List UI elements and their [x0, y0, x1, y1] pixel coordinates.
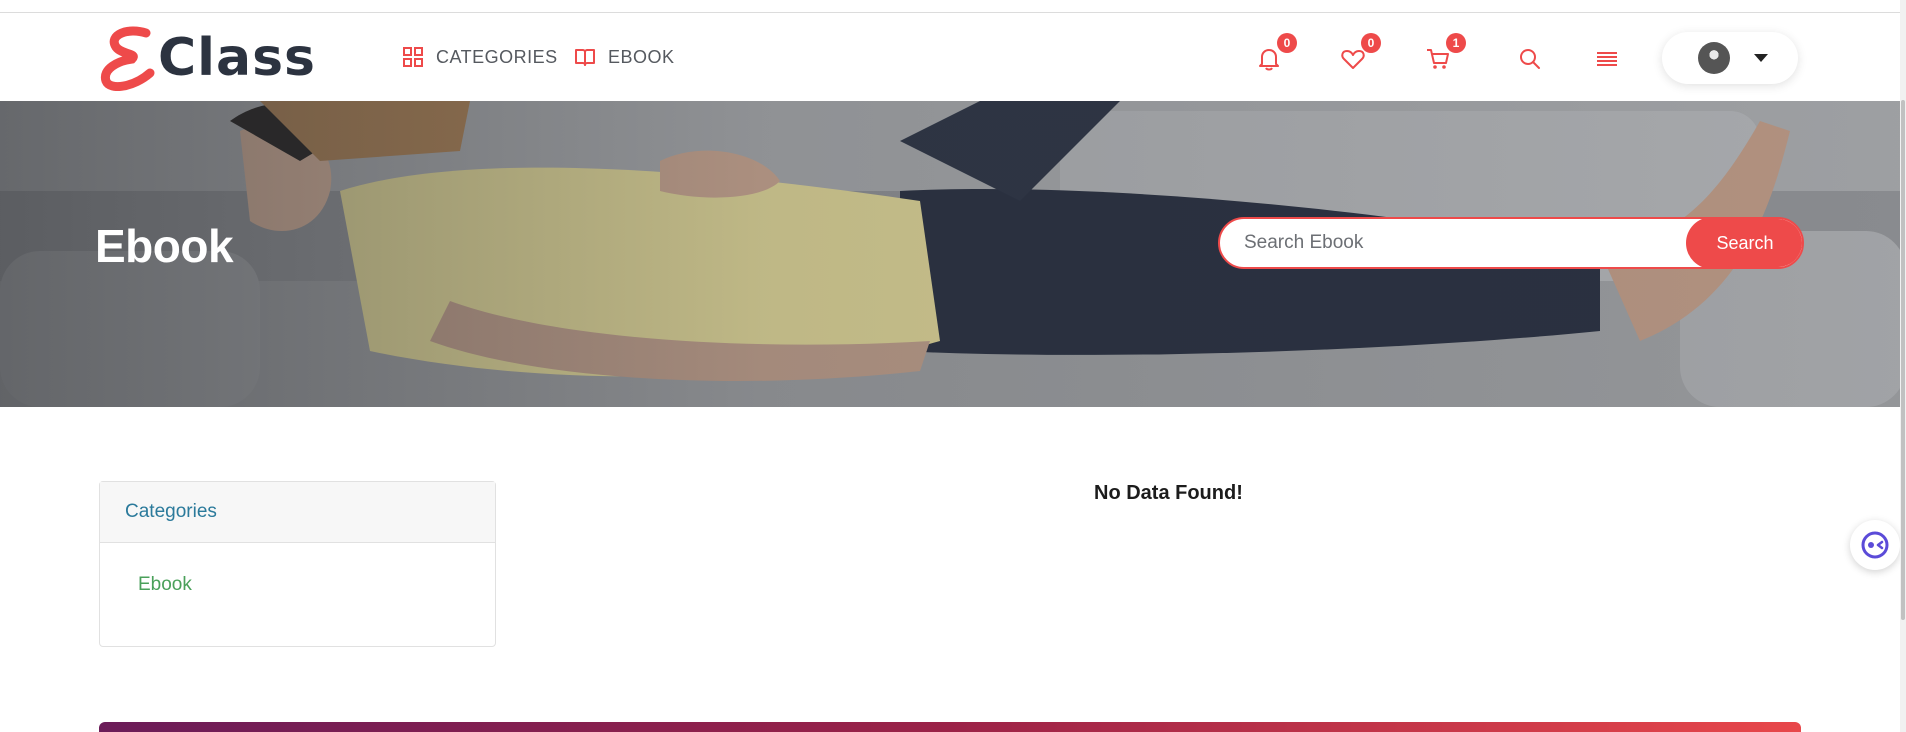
nav-categories[interactable]: CATEGORIES: [402, 43, 558, 71]
chat-assistant-button[interactable]: [1850, 520, 1900, 570]
chatbot-icon: [1861, 531, 1889, 559]
categories-panel: Categories Ebook: [99, 481, 496, 647]
empty-state-message: No Data Found!: [1094, 482, 1243, 504]
cart-button[interactable]: 1: [1420, 33, 1466, 77]
menu-button[interactable]: [1589, 41, 1625, 77]
ebook-search-input[interactable]: [1220, 219, 1686, 267]
hamburger-menu-icon: [1597, 52, 1617, 66]
bell-icon: [1259, 49, 1279, 71]
site-header: Class CATEGORIES EBOOK 0 0 1: [0, 13, 1906, 101]
categories-heading: Categories: [100, 482, 495, 543]
page-title: Ebook: [95, 220, 234, 272]
nav-ebook-label: EBOOK: [608, 46, 675, 67]
site-logo[interactable]: Class: [98, 25, 316, 91]
nav-ebook[interactable]: EBOOK: [574, 43, 675, 71]
logo-text: Class: [158, 28, 316, 88]
notifications-badge: 0: [1277, 33, 1297, 53]
cart-badge: 1: [1446, 33, 1466, 53]
avatar: [1698, 42, 1730, 74]
search-toggle-button[interactable]: [1512, 41, 1548, 77]
search-button[interactable]: Search: [1686, 219, 1802, 267]
cart-icon: [1427, 49, 1449, 69]
logo-e-mark-icon: [100, 26, 155, 91]
book-open-icon: [575, 49, 595, 66]
chevron-down-icon: [1754, 54, 1768, 62]
grid-icon: [403, 47, 423, 67]
wishlist-badge: 0: [1361, 33, 1381, 53]
nav-categories-label: CATEGORIES: [436, 46, 558, 67]
footer-gradient-band: [99, 722, 1801, 732]
notifications-button[interactable]: 0: [1251, 33, 1297, 77]
user-menu-button[interactable]: [1662, 32, 1798, 84]
category-item-ebook[interactable]: Ebook: [138, 574, 495, 596]
ebook-search-form: Search: [1218, 217, 1804, 269]
browser-top-edge: [0, 0, 1906, 13]
scrollbar-thumb[interactable]: [1901, 100, 1905, 620]
heart-icon: [1341, 50, 1365, 69]
wishlist-button[interactable]: 0: [1335, 33, 1381, 77]
search-icon: [1520, 49, 1540, 69]
